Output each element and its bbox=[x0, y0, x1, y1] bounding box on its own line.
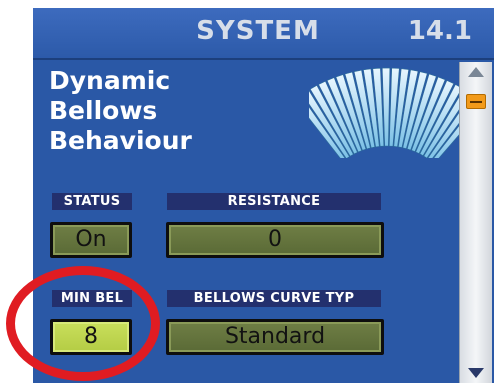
page-heading-line-3: Behaviour bbox=[49, 126, 192, 155]
min-bel-field[interactable]: 8 bbox=[50, 319, 132, 355]
status-label: STATUS bbox=[52, 193, 132, 210]
scrollbar[interactable] bbox=[459, 62, 492, 383]
resistance-field[interactable]: 0 bbox=[166, 222, 384, 258]
resistance-label: RESISTANCE bbox=[167, 193, 381, 210]
page-heading-line-1: Dynamic bbox=[49, 66, 171, 95]
scroll-thumb[interactable] bbox=[466, 94, 486, 109]
bellows-curve-field[interactable]: Standard bbox=[166, 319, 384, 355]
header-bar: SYSTEM 14.1 bbox=[33, 8, 494, 60]
arrow-up-icon[interactable] bbox=[465, 64, 487, 80]
page-number: 14.1 bbox=[407, 16, 472, 46]
page-heading-line-2: Bellows bbox=[49, 96, 158, 125]
min-bel-label: MIN BEL bbox=[52, 290, 132, 307]
page-title: SYSTEM bbox=[196, 16, 320, 46]
bellows-icon bbox=[309, 67, 465, 158]
arrow-down-icon[interactable] bbox=[465, 365, 487, 381]
device-screen: SYSTEM 14.1 Dynamic Bellows Behaviour ST… bbox=[33, 8, 494, 383]
bellows-curve-label: BELLOWS CURVE TYP bbox=[167, 290, 381, 307]
status-field[interactable]: On bbox=[50, 222, 132, 258]
